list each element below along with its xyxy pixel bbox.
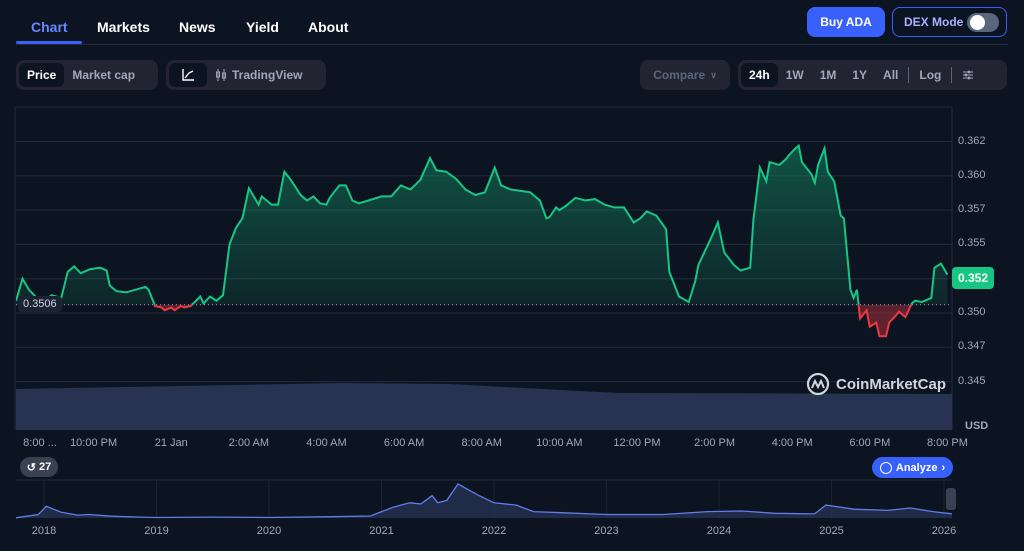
x-tick-label: 8:00 AM (461, 437, 502, 449)
x-tick-label: 6:00 PM (849, 437, 891, 449)
y-tick-label: 0.360 (958, 168, 986, 181)
x-tick-label: 8:00 PM (926, 437, 968, 449)
y-tick-label: 0.362 (958, 134, 986, 147)
navigator-handle[interactable] (946, 488, 956, 510)
navigator-year-label: 2026 (931, 525, 957, 537)
navigator-year-label: 2024 (706, 525, 732, 537)
navigator-year-label: 2021 (369, 525, 394, 537)
ai-analyze-icon (879, 461, 892, 474)
coinmarketcap-watermark: CoinMarketCap (806, 372, 946, 396)
x-tick-label: 4:00 AM (306, 437, 347, 449)
coinmarketcap-logo-icon (806, 372, 830, 396)
price-area-up (16, 145, 948, 305)
navigator-year-label: 2022 (481, 525, 507, 537)
y-tick-label: 0.357 (958, 203, 986, 216)
y-tick-label: 0.350 (958, 306, 986, 318)
navigator-year-label: 2018 (31, 525, 57, 537)
x-tick-label: 10:00 AM (536, 437, 583, 449)
y-tick-label: 0.355 (958, 237, 986, 250)
x-tick-label: 21 Jan (154, 437, 188, 449)
history-icon: ↺ (26, 461, 36, 474)
y-tick-label: 0.345 (958, 374, 986, 387)
analyze-button[interactable]: Analyze › (872, 457, 953, 478)
x-tick-label: 2:00 AM (228, 437, 270, 449)
history-count: 27 (38, 461, 52, 473)
baseline-price-badge: 0.3506 (18, 296, 62, 312)
x-tick-label: 6:00 AM (383, 437, 425, 449)
x-tick-label: 4:00 PM (771, 437, 813, 449)
x-tick-label: 10:00 PM (70, 437, 118, 449)
price-chart[interactable] (0, 0, 1024, 551)
navigator-year-label: 2019 (144, 525, 169, 537)
navigator-year-label: 2023 (594, 525, 619, 537)
watermark-text: CoinMarketCap (836, 375, 947, 393)
currency-label: USD (965, 420, 989, 432)
analyze-label: Analyze (895, 461, 938, 474)
x-tick-label: 12:00 PM (613, 437, 661, 449)
navigator-year-label: 2020 (256, 525, 282, 537)
navigator-year-label: 2025 (819, 525, 844, 537)
x-tick-label: 2:00 PM (694, 437, 736, 449)
y-tick-label: 0.347 (958, 340, 986, 353)
current-price-badge: 0.352 (952, 267, 994, 289)
history-button[interactable]: ↺ 27 (20, 457, 58, 477)
chevron-right-icon: › (941, 461, 946, 474)
